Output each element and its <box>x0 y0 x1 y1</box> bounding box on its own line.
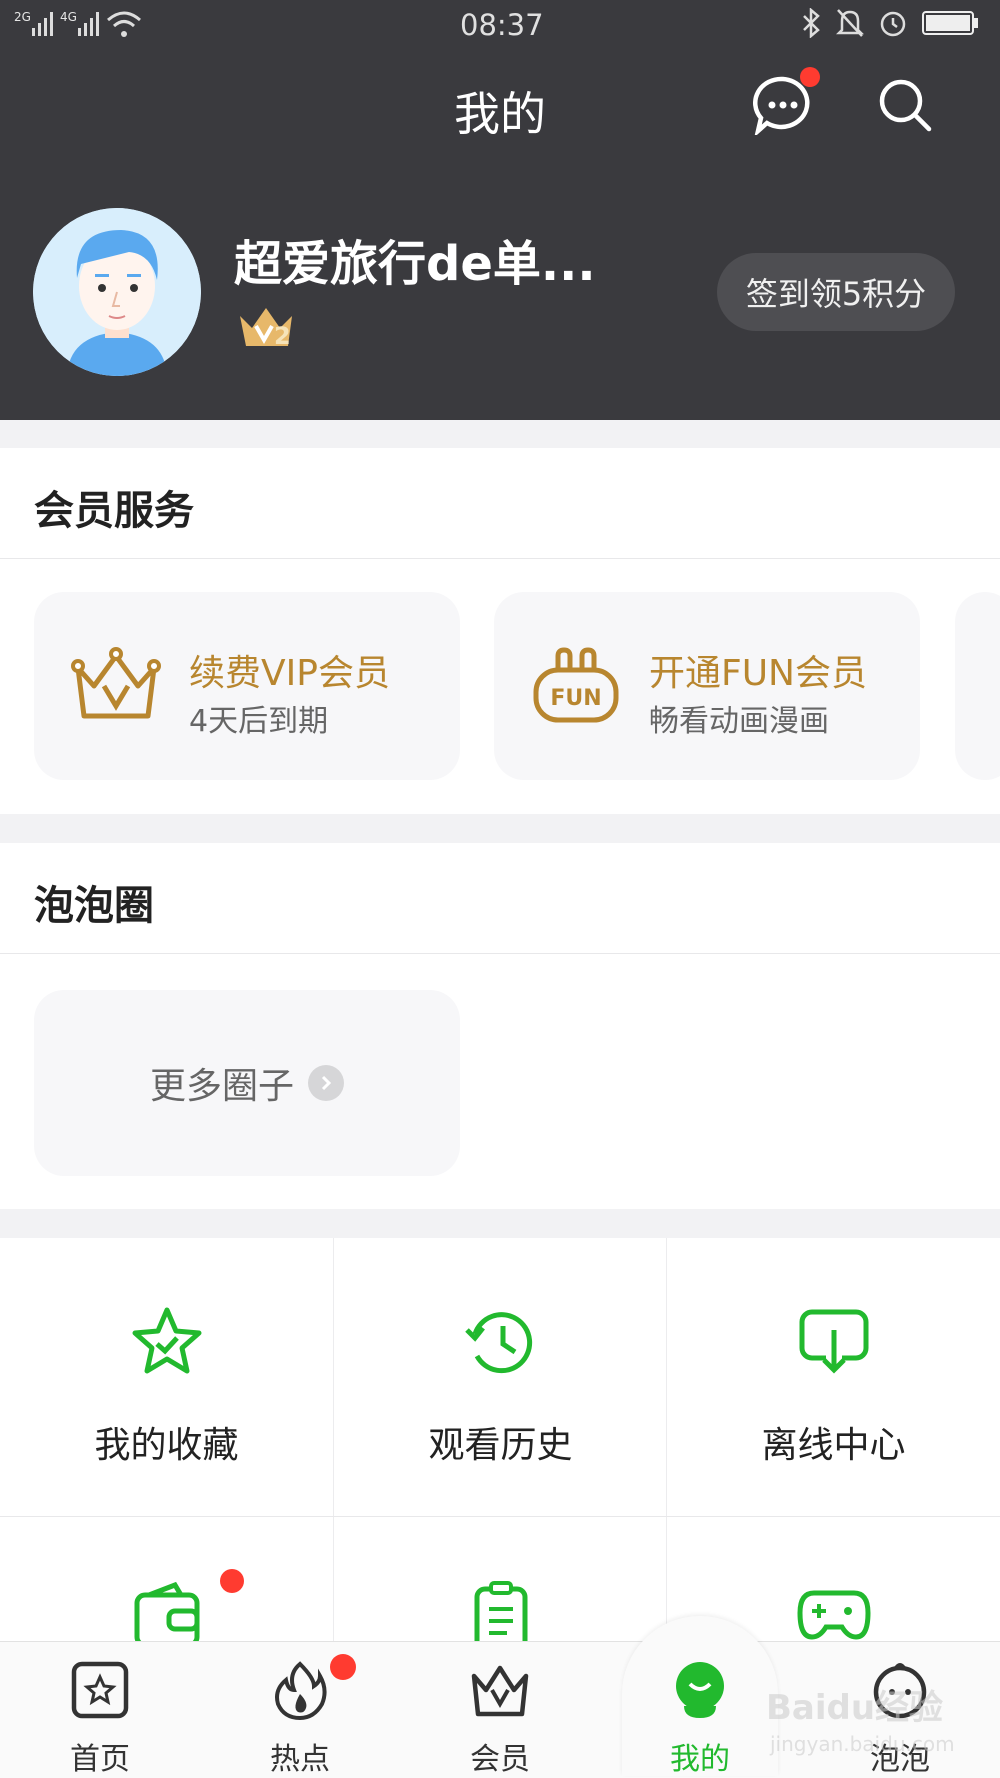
card-title: 开通FUN会员 <box>649 653 867 694</box>
history-icon <box>464 1312 532 1374</box>
grid-divider <box>0 1516 1000 1517</box>
notification-dot <box>800 67 820 87</box>
download-icon <box>799 1309 868 1374</box>
home-icon <box>71 1661 129 1719</box>
grid-divider <box>333 1238 334 1658</box>
vip-level-number: 2 <box>274 322 291 350</box>
fun-icon: FUN <box>533 647 619 723</box>
grid-divider <box>666 1238 667 1658</box>
nav-item-vip[interactable]: 会员 <box>440 1652 560 1777</box>
nav-label: 热点 <box>270 1742 330 1777</box>
signal-icon <box>78 12 99 36</box>
notification-dot <box>220 1569 244 1593</box>
grid-item-history[interactable]: 观看历史 <box>334 1238 667 1516</box>
status-bar: 2G 4G 08:37 <box>0 0 1000 50</box>
nav-item-mine[interactable]: 我的 <box>640 1652 760 1777</box>
avatar-illustration <box>33 208 201 376</box>
divider <box>0 953 1000 954</box>
clock-time: 08:37 <box>460 8 544 42</box>
grid-item-offline[interactable]: 离线中心 <box>667 1238 1000 1516</box>
watermark: Baidu经验 <box>766 1688 944 1728</box>
alarm-icon <box>880 11 906 37</box>
avatar[interactable] <box>33 208 201 376</box>
watermark-url: jingyan.baidu.com <box>770 1732 955 1756</box>
more-circles-button[interactable]: 更多圈子 <box>34 990 460 1176</box>
fun-member-card[interactable]: FUN 开通FUN会员 畅看动画漫画 <box>494 592 920 780</box>
page-title: 我的 <box>454 87 546 141</box>
signal-label-4g: 4G <box>60 10 77 24</box>
card-title: 续费VIP会员 <box>189 653 390 694</box>
nav-label: 我的 <box>670 1742 730 1777</box>
notification-dot <box>330 1654 356 1680</box>
renew-vip-card[interactable]: 续费VIP会员 4天后到期 <box>34 592 460 780</box>
divider <box>0 558 1000 559</box>
grid-item-favorites[interactable]: 我的收藏 <box>0 1238 333 1516</box>
profile-header: 2G 4G 08:37 我的 超爱旅行de单... 2 签到领5积分 <box>0 0 1000 420</box>
nav-item-hot[interactable]: 热点 <box>240 1652 360 1777</box>
bluetooth-icon <box>803 8 820 38</box>
more-circles-label: 更多圈子 <box>149 1066 294 1107</box>
card-subtitle: 4天后到期 <box>189 704 329 739</box>
wifi-icon <box>107 11 141 37</box>
signal-label-2g: 2G <box>14 10 31 24</box>
battery-icon <box>922 11 978 35</box>
card-subtitle: 畅看动画漫画 <box>649 704 829 739</box>
search-icon <box>879 79 932 132</box>
username[interactable]: 超爱旅行de单... <box>234 224 596 294</box>
search-button[interactable] <box>870 70 940 140</box>
fire-icon <box>275 1661 327 1720</box>
crown-icon <box>71 647 161 719</box>
vip-level-badge[interactable]: 2 <box>236 302 298 354</box>
star-icon <box>132 1307 201 1374</box>
grid-label: 我的收藏 <box>94 1425 239 1466</box>
member-services-section: 会员服务 续费VIP会员 4天后到期 FUN 开通FUN会员 畅看动画漫画 <box>0 448 1000 814</box>
bell-muted-icon <box>836 9 864 37</box>
grid-label: 观看历史 <box>428 1425 573 1466</box>
section-title: 泡泡圈 <box>34 883 154 929</box>
nav-item-home[interactable]: 首页 <box>40 1652 160 1777</box>
profile-icon <box>676 1662 724 1718</box>
member-card-partial[interactable] <box>955 592 1000 780</box>
nav-label: 会员 <box>470 1742 530 1777</box>
svg-text:FUN: FUN <box>550 686 601 711</box>
nav-label: 首页 <box>70 1742 130 1777</box>
messages-button[interactable] <box>748 67 820 140</box>
grid-label: 离线中心 <box>761 1425 906 1466</box>
chevron-right-icon <box>308 1065 344 1101</box>
crown-icon <box>471 1665 529 1717</box>
signin-button[interactable]: 签到领5积分 <box>717 253 955 331</box>
section-title: 会员服务 <box>34 488 194 534</box>
signal-icon <box>32 12 53 36</box>
